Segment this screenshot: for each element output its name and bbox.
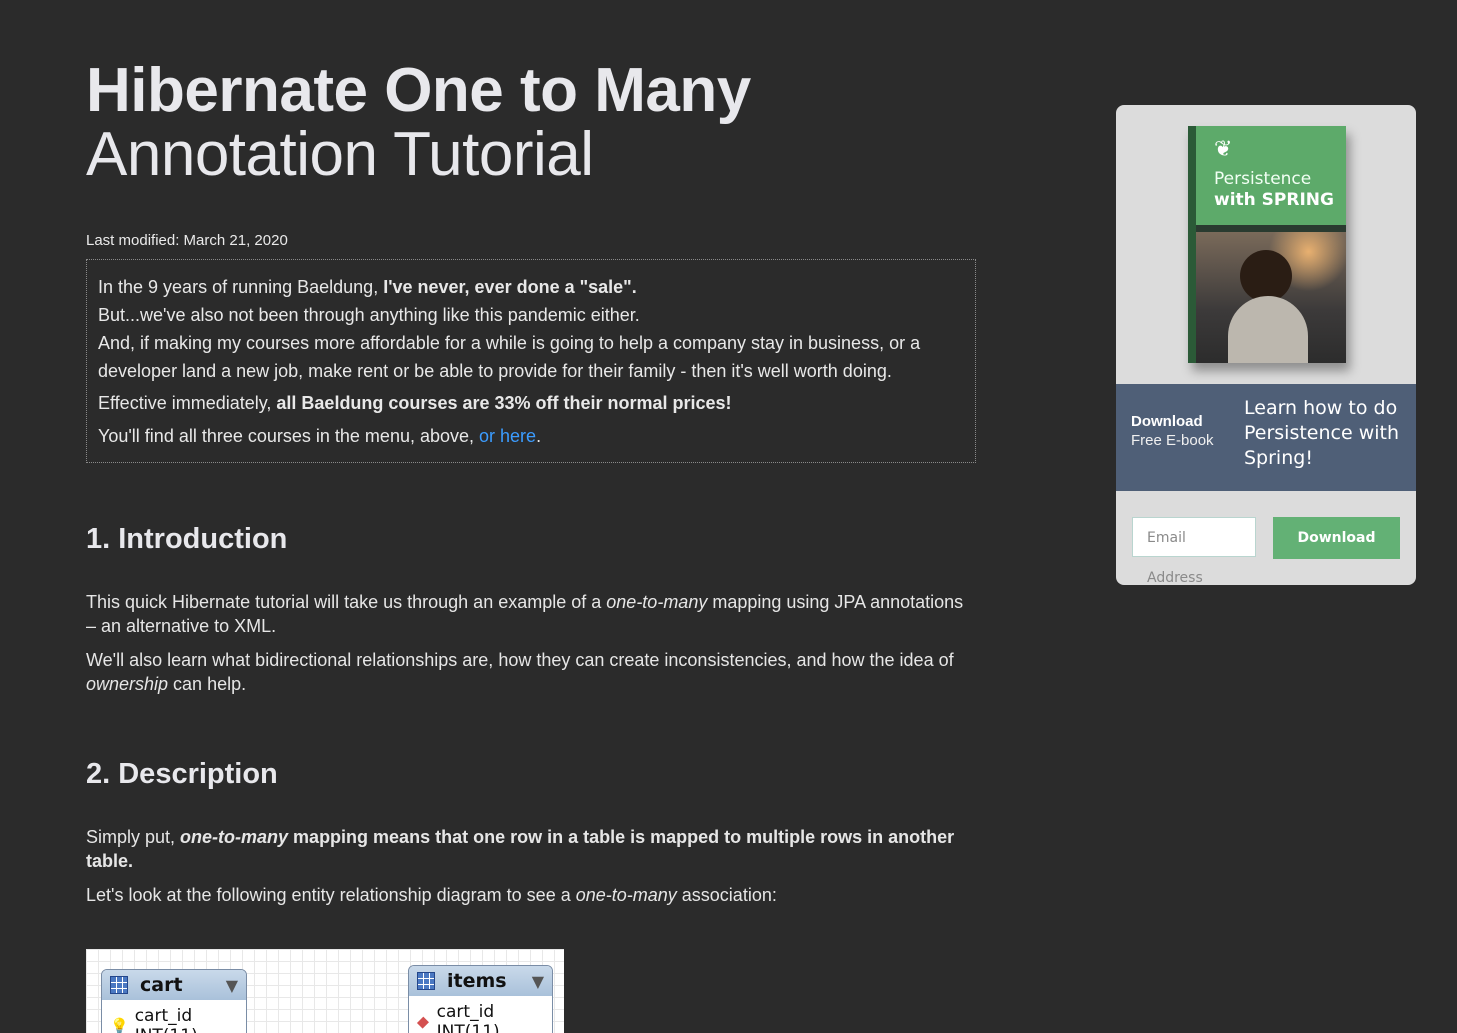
table-column-row: 💡 cart_id INT(11) bbox=[102, 1000, 246, 1033]
article: Hibernate One to Many Annotation Tutoria… bbox=[86, 60, 976, 907]
download-label: Download bbox=[1131, 413, 1203, 430]
promo-line-1: In the 9 years of running Baeldung, I've… bbox=[98, 273, 964, 301]
ebook-card: ❦ Persistence with SPRING Download Free … bbox=[1116, 105, 1416, 585]
section-heading-introduction: 1. Introduction bbox=[86, 523, 288, 555]
title-line-2: Annotation Tutorial bbox=[86, 120, 594, 189]
chevron-down-icon: ▼ bbox=[225, 975, 238, 995]
ebook-band: Download Free E-book Learn how to do Per… bbox=[1116, 384, 1416, 491]
promo-line-3: And, if making my courses more affordabl… bbox=[98, 333, 921, 381]
text: This quick Hibernate tutorial will take … bbox=[86, 592, 607, 612]
key-icon: 💡 bbox=[110, 1017, 129, 1033]
table-icon bbox=[417, 972, 435, 990]
sale-notice: In the 9 years of running Baeldung, I've… bbox=[86, 259, 976, 463]
promo-bold: all Baeldung courses are 33% off their n… bbox=[276, 393, 732, 413]
ebook-cover[interactable]: ❦ Persistence with SPRING bbox=[1188, 126, 1346, 363]
promo-line-2: But...we've also not been through anythi… bbox=[98, 305, 640, 325]
emphasis: ownership bbox=[86, 674, 169, 694]
text: Simply put, bbox=[86, 827, 181, 847]
last-modified: Last modified: March 21, 2020 bbox=[86, 232, 288, 249]
introduction-body: This quick Hibernate tutorial will take … bbox=[86, 590, 976, 696]
table-column-row: cart_id INT(11) bbox=[409, 996, 552, 1033]
book-title-line-2: with SPRING bbox=[1214, 190, 1334, 210]
paragraph: Simply put, one-to-many mapping means th… bbox=[86, 825, 976, 873]
page-title: Hibernate One to Many Annotation Tutoria… bbox=[86, 60, 976, 188]
book-stripe bbox=[1196, 225, 1346, 232]
text: can help. bbox=[168, 674, 247, 694]
promo-line-5: You'll find all three courses in the men… bbox=[98, 422, 964, 450]
items-table-header: items ▼ bbox=[409, 966, 552, 996]
foreign-key-icon bbox=[416, 1016, 429, 1028]
courses-link[interactable]: or here bbox=[479, 426, 536, 446]
promo-text: . bbox=[536, 426, 542, 446]
text: Let's look at the following entity relat… bbox=[86, 885, 576, 905]
column-label: cart_id INT(11) bbox=[134, 1006, 198, 1033]
description-body: Simply put, one-to-many mapping means th… bbox=[86, 825, 976, 907]
chevron-down-icon: ▼ bbox=[531, 971, 544, 991]
book-title-line-1: Persistence bbox=[1214, 169, 1312, 189]
book-photo-person bbox=[1240, 250, 1292, 302]
column-label: cart_id INT(11) bbox=[436, 1002, 500, 1033]
text: association: bbox=[676, 885, 777, 905]
promo-text: In the 9 years of running Baeldung, bbox=[98, 277, 384, 297]
promo-bold: I've never, ever done a "sale". bbox=[383, 277, 637, 297]
table-icon bbox=[110, 976, 128, 994]
promo-line-4: Effective immediately, all Baeldung cour… bbox=[98, 389, 964, 417]
promo-text: Effective immediately, bbox=[98, 393, 277, 413]
table-name: cart bbox=[140, 974, 183, 996]
ebook-pitch: Learn how to do Persistence with Spring! bbox=[1244, 397, 1400, 469]
emphasis: one-to-many bbox=[606, 592, 708, 612]
book-spine bbox=[1188, 126, 1196, 363]
paragraph: This quick Hibernate tutorial will take … bbox=[86, 590, 976, 638]
table-name: items bbox=[447, 970, 507, 992]
download-button[interactable]: Download bbox=[1273, 517, 1400, 559]
email-field[interactable]: Email Address bbox=[1132, 517, 1256, 585]
cart-table: cart ▼ 💡 cart_id INT(11) bbox=[101, 969, 247, 1033]
emphasis: one-to-many bbox=[575, 885, 677, 905]
promo-text: You'll find all three courses in the men… bbox=[98, 426, 480, 446]
title-line-1: Hibernate One to Many bbox=[86, 56, 751, 125]
paragraph: Let's look at the following entity relat… bbox=[86, 883, 976, 907]
items-table: items ▼ cart_id INT(11) bbox=[408, 965, 553, 1033]
free-ebook-label: Free E-book bbox=[1131, 432, 1214, 449]
cart-table-header: cart ▼ bbox=[102, 970, 246, 1000]
er-diagram: cart ▼ 💡 cart_id INT(11) items ▼ cart_id… bbox=[86, 949, 564, 1033]
leaf-icon: ❦ bbox=[1214, 136, 1233, 161]
section-heading-description: 2. Description bbox=[86, 758, 278, 790]
paragraph: We'll also learn what bidirectional rela… bbox=[86, 648, 976, 696]
emphasis: one-to-many bbox=[180, 827, 289, 847]
text: We'll also learn what bidirectional rela… bbox=[86, 650, 954, 670]
